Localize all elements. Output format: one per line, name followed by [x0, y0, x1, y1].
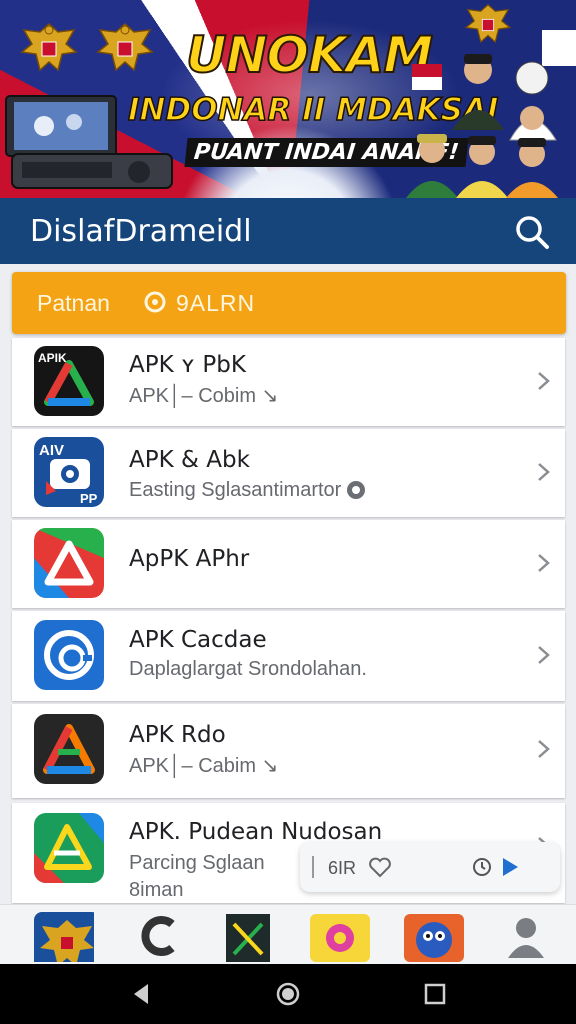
app-bar: DislafDrameidl — [0, 198, 576, 264]
garuda-emblem-icon-2 — [96, 22, 154, 72]
people-illustration — [406, 30, 576, 198]
app-1-icon: APIK — [34, 346, 104, 416]
nav-emblem-icon[interactable] — [34, 910, 94, 962]
app-2-icon-label-top: AIV — [39, 442, 64, 459]
section-header[interactable]: Patnan 9ALRN — [12, 272, 566, 334]
app-2-title: APK & Abk — [129, 447, 250, 473]
app-2-icon-label-bottom: PP — [80, 491, 98, 506]
home-icon[interactable] — [276, 982, 300, 1006]
nav-flower-app-icon[interactable] — [310, 910, 370, 962]
app-4-subtitle: Daplaglargat Srondolahan. — [129, 658, 367, 680]
app-4-title: APK Cacdae — [129, 627, 267, 653]
recent-apps-icon[interactable] — [424, 983, 446, 1005]
nav-c-logo-icon[interactable] — [130, 910, 190, 962]
app-6-icon — [34, 813, 104, 883]
back-icon[interactable] — [130, 982, 152, 1006]
garuda-emblem-icon — [20, 22, 78, 72]
app-6-subtitle: Parcing Sglaan — [129, 852, 265, 874]
chevron-right-icon — [538, 554, 550, 572]
app-3-icon — [34, 528, 104, 598]
promo-banner[interactable]: UNOKAM INDONAR II MDAKSAI PUANT INDAI AN… — [0, 0, 576, 198]
list-item-app-2[interactable]: AIV PP APK & Abk Easting Sglasantimartor — [12, 429, 565, 517]
floating-mini-bar[interactable]: 6IR — [300, 842, 560, 892]
nav-mascot-app-icon[interactable] — [404, 910, 464, 962]
app-2-icon: AIV PP — [34, 437, 104, 507]
app-4-icon — [34, 620, 104, 690]
refresh-icon — [144, 291, 166, 313]
nav-dark-app-icon[interactable] — [226, 910, 286, 962]
app-6-subtitle-2: 8iman — [129, 879, 184, 901]
play-icon[interactable] — [500, 856, 520, 878]
search-icon[interactable] — [512, 212, 552, 252]
nav-profile-icon[interactable] — [498, 910, 558, 962]
section-tag: 9ALRN — [176, 290, 256, 316]
list-item-app-5[interactable]: APK Rdo APK│– Cabim ↘ — [12, 704, 565, 798]
timer-icon[interactable] — [472, 857, 492, 877]
app-5-icon — [34, 714, 104, 784]
app-1-title: APK ʏ PbK — [129, 352, 246, 378]
list-item-app-3[interactable]: ApPK APhr — [12, 520, 565, 608]
heart-icon[interactable] — [368, 855, 392, 879]
app-5-title: APK Rdo — [129, 722, 226, 748]
app-bar-title: DislafDrameidl — [30, 214, 252, 249]
app-2-subtitle: Easting Sglasantimartor — [129, 479, 342, 501]
app-1-icon-label: APIK — [38, 351, 67, 365]
mini-bar-label: 6IR — [328, 858, 357, 878]
app-5-subtitle: APK│– Cabim ↘ — [129, 755, 279, 777]
divider — [312, 856, 314, 878]
app-1-subtitle: APK│– Cobim ↘ — [129, 385, 279, 407]
chevron-right-icon — [538, 463, 550, 481]
list-item-app-1[interactable]: APIK APK ʏ PbK APK│– Cobim ↘ — [12, 338, 565, 426]
chevron-right-icon — [538, 740, 550, 758]
chevron-right-icon — [538, 646, 550, 664]
chevron-right-icon — [538, 372, 550, 390]
app-3-title: ApPK APhr — [129, 546, 250, 572]
system-navigation-bar — [0, 964, 576, 1024]
section-label: Patnan — [37, 290, 110, 316]
info-badge-icon — [347, 481, 365, 499]
list-item-app-4[interactable]: APK Cacdae Daplaglargat Srondolahan. — [12, 611, 565, 701]
